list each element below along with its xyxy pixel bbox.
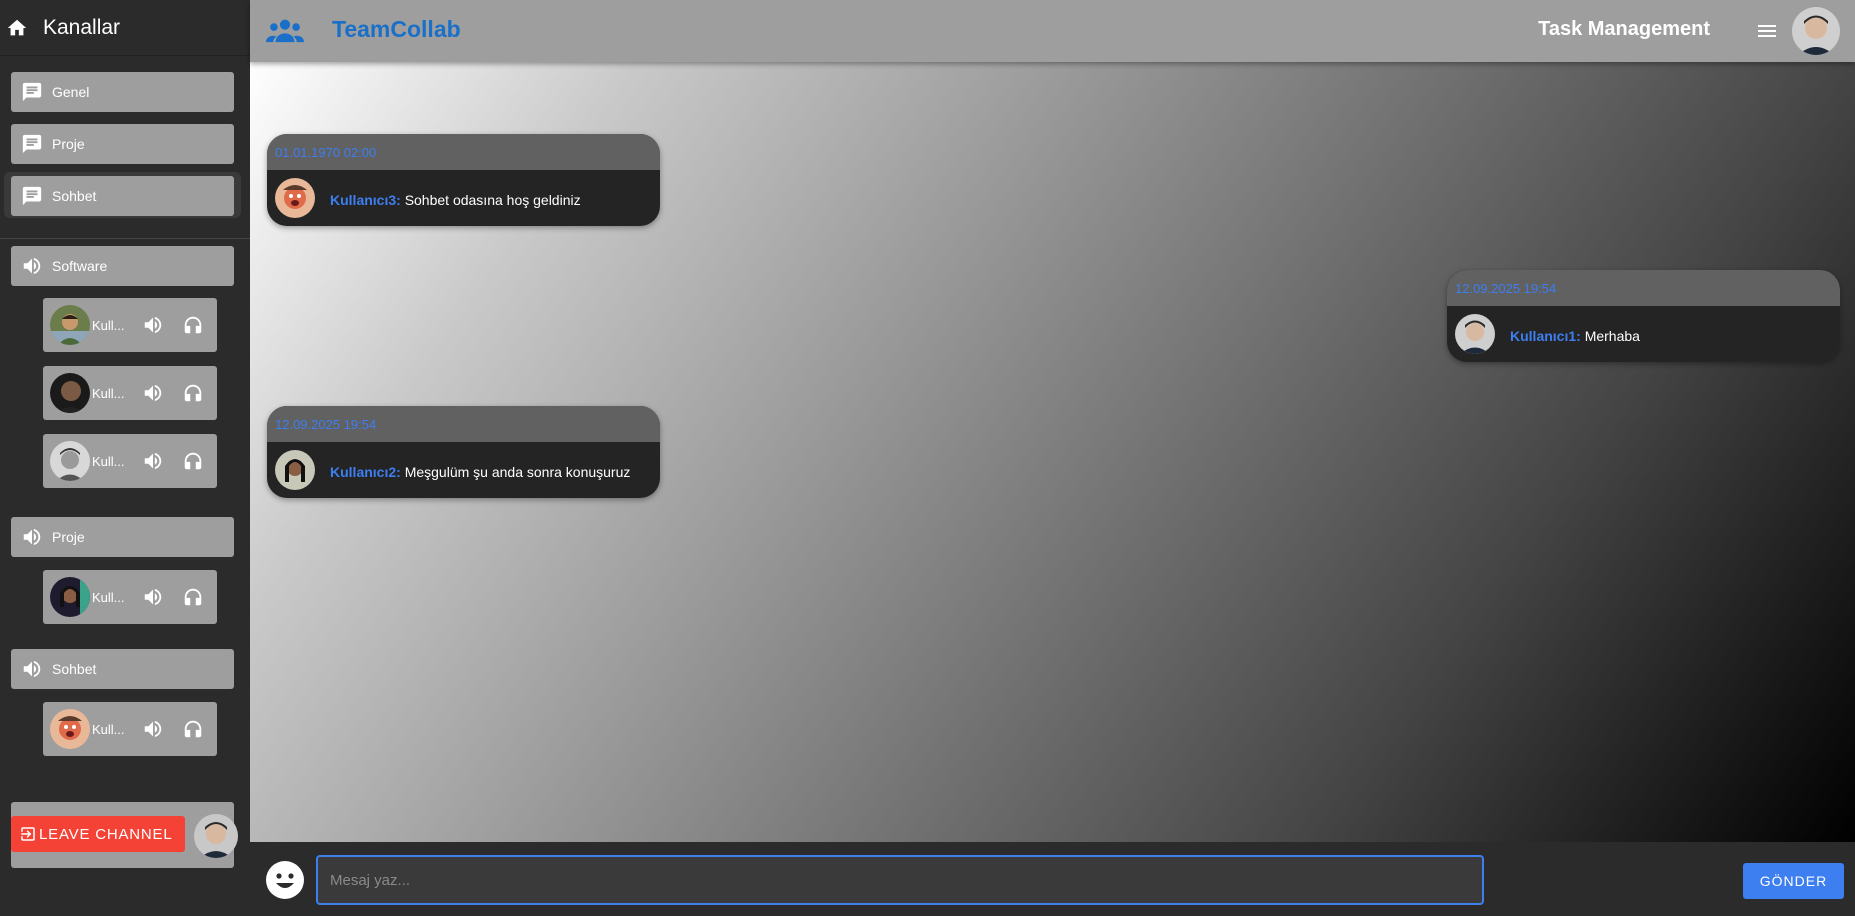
send-button[interactable]: GÖNDER [1743, 863, 1844, 899]
message-text: Kullanıcı3: Sohbet odasına hoş geldiniz [330, 178, 581, 210]
user-avatar[interactable] [1792, 7, 1840, 55]
chat-icon [21, 81, 43, 103]
message-input[interactable] [316, 855, 1484, 905]
text-channel-label: Sohbet [52, 188, 97, 204]
chat-area[interactable]: 01.01.1970 02:00 Kullanıcı3: Sohbet odas… [250, 62, 1855, 842]
headphones-icon[interactable] [182, 382, 204, 404]
voice-channel-software[interactable]: Software [11, 246, 234, 286]
headphones-icon[interactable] [182, 314, 204, 336]
exit-icon [19, 825, 37, 843]
avatar [1455, 314, 1495, 354]
volume-icon [21, 658, 43, 680]
message-content: Sohbet odasına hoş geldiniz [404, 192, 581, 208]
chat-icon [21, 133, 43, 155]
text-channel-label: Proje [52, 136, 85, 152]
voice-user-card[interactable]: Kull... [43, 366, 217, 420]
text-channel-label: Genel [52, 84, 90, 100]
voice-user-card[interactable]: Kull... [43, 434, 217, 488]
message-bubble: 12.09.2025 19:54 Kullanıcı2: Meşgulüm şu… [267, 406, 660, 498]
voice-channel-proje[interactable]: Proje [11, 517, 234, 557]
voice-user-name: Kull... [92, 721, 125, 737]
speaker-icon[interactable] [142, 586, 164, 608]
avatar [275, 450, 315, 490]
speaker-icon[interactable] [142, 718, 164, 740]
voice-user-name: Kull... [92, 453, 125, 469]
current-voice-panel: LEAVE CHANNEL [11, 802, 238, 868]
sidebar-header: Kanallar [0, 0, 250, 56]
headphones-icon[interactable] [182, 450, 204, 472]
speaker-icon[interactable] [142, 382, 164, 404]
avatar [50, 577, 90, 617]
group-icon [266, 14, 304, 48]
text-channel-proje[interactable]: Proje [11, 124, 234, 164]
avatar [275, 178, 315, 218]
message-timestamp: 12.09.2025 19:54 [1447, 270, 1840, 306]
avatar [50, 441, 90, 481]
voice-user-name: Kull... [92, 589, 125, 605]
topbar: TeamCollab Task Management [250, 0, 1855, 62]
sidebar: Kanallar Genel Proje Sohbet Software Kul… [0, 0, 250, 916]
message-text: Kullanıcı1: Merhaba [1510, 314, 1640, 346]
message-content: Meşgulüm şu anda sonra konuşuruz [404, 464, 631, 480]
avatar [50, 305, 90, 345]
voice-channel-sohbet[interactable]: Sohbet [11, 649, 234, 689]
brand-title: TeamCollab [332, 16, 461, 42]
message-timestamp: 01.01.1970 02:00 [267, 134, 660, 170]
text-channel-genel[interactable]: Genel [11, 72, 234, 112]
leave-channel-label: LEAVE CHANNEL [39, 825, 173, 843]
message-timestamp: 12.09.2025 19:54 [267, 406, 660, 442]
voice-user-card[interactable]: Kull... [43, 298, 217, 352]
message-bubble: 12.09.2025 19:54 Kullanıcı1: Merhaba [1447, 270, 1840, 362]
message-input-bar: GÖNDER [250, 842, 1855, 916]
home-icon[interactable] [5, 16, 29, 40]
speaker-icon[interactable] [142, 314, 164, 336]
voice-channel-label: Software [52, 258, 108, 274]
voice-channel-label: Proje [52, 529, 85, 545]
message-bubble: 01.01.1970 02:00 Kullanıcı3: Sohbet odas… [267, 134, 660, 226]
sidebar-title: Kanallar [43, 15, 121, 39]
message-content: Merhaba [1584, 328, 1640, 344]
avatar [50, 709, 90, 749]
menu-icon[interactable] [1755, 19, 1779, 43]
headphones-icon[interactable] [182, 718, 204, 740]
message-sender: Kullanıcı2: [330, 464, 401, 480]
volume-icon [21, 255, 43, 277]
avatar [194, 814, 238, 858]
voice-user-card[interactable]: Kull... [43, 570, 217, 624]
leave-channel-button[interactable]: LEAVE CHANNEL [11, 816, 185, 852]
voice-user-name: Kull... [92, 317, 125, 333]
chat-icon [21, 185, 43, 207]
message-text: Kullanıcı2: Meşgulüm şu anda sonra konuş… [330, 450, 630, 482]
emoji-icon[interactable] [266, 861, 304, 899]
message-sender: Kullanıcı3: [330, 192, 401, 208]
volume-icon [21, 526, 43, 548]
voice-user-name: Kull... [92, 385, 125, 401]
message-sender: Kullanıcı1: [1510, 328, 1581, 344]
section-title: Task Management [1538, 18, 1710, 40]
avatar [50, 373, 90, 413]
voice-user-card[interactable]: Kull... [43, 702, 217, 756]
divider [0, 238, 250, 239]
text-channel-sohbet[interactable]: Sohbet [11, 176, 234, 216]
voice-channel-label: Sohbet [52, 661, 97, 677]
speaker-icon[interactable] [142, 450, 164, 472]
headphones-icon[interactable] [182, 586, 204, 608]
